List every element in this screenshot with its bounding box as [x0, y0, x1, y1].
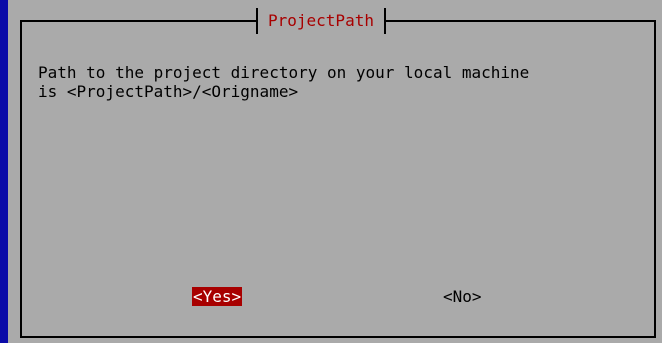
dialog-box: ProjectPath Path to the project director… [8, 0, 662, 343]
dialog-message-line-1: Path to the project directory on your lo… [38, 63, 530, 82]
no-button[interactable]: <No> [443, 287, 482, 306]
dialog-message-line-2: is <ProjectPath>/<Origname> [38, 82, 299, 101]
yes-button[interactable]: <Yes> [192, 287, 243, 306]
dialog-title: ProjectPath [256, 8, 386, 34]
dialog-message: Path to the project directory on your lo… [38, 63, 638, 101]
